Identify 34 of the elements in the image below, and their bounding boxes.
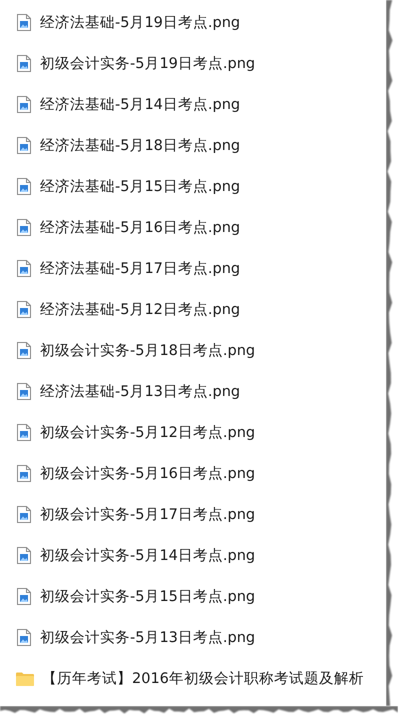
image-file-icon [17,547,31,564]
folder-name[interactable]: 【历年考试】2016年初级会计职称考试题及解析 [42,669,364,688]
image-file-icon [17,178,31,195]
image-file-icon [17,219,31,236]
image-file-icon [17,506,31,523]
file-name[interactable]: 初级会计实务-5月16日考点.png [40,464,256,483]
file-name[interactable]: 初级会计实务-5月17日考点.png [40,505,256,524]
image-file-icon [17,465,31,482]
file-name[interactable]: 初级会计实务-5月18日考点.png [40,341,256,360]
file-name[interactable]: 经济法基础-5月15日考点.png [40,177,240,196]
file-name[interactable]: 初级会计实务-5月12日考点.png [40,423,256,442]
file-name[interactable]: 经济法基础-5月18日考点.png [40,136,240,155]
file-name[interactable]: 经济法基础-5月14日考点.png [40,95,240,114]
image-file-icon [17,588,31,605]
image-file-icon [17,301,31,318]
folder-icon [16,672,34,686]
image-file-icon [17,96,31,113]
image-file-icon [17,55,31,72]
file-name[interactable]: 初级会计实务-5月19日考点.png [40,54,256,73]
file-name[interactable]: 初级会计实务-5月13日考点.png [40,628,256,647]
file-name[interactable]: 经济法基础-5月16日考点.png [40,218,240,237]
image-file-icon [17,137,31,154]
image-file-icon [17,424,31,441]
image-file-icon [17,383,31,400]
file-name[interactable]: 初级会计实务-5月14日考点.png [40,546,256,565]
file-name[interactable]: 经济法基础-5月13日考点.png [40,382,240,401]
file-name[interactable]: 经济法基础-5月12日考点.png [40,300,240,319]
image-file-icon [17,342,31,359]
image-file-icon [17,629,31,646]
file-name[interactable]: 经济法基础-5月17日考点.png [40,259,240,278]
file-name[interactable]: 初级会计实务-5月15日考点.png [40,587,256,606]
image-file-icon [17,14,31,31]
image-file-icon [17,260,31,277]
file-name[interactable]: 经济法基础-5月19日考点.png [40,13,240,32]
